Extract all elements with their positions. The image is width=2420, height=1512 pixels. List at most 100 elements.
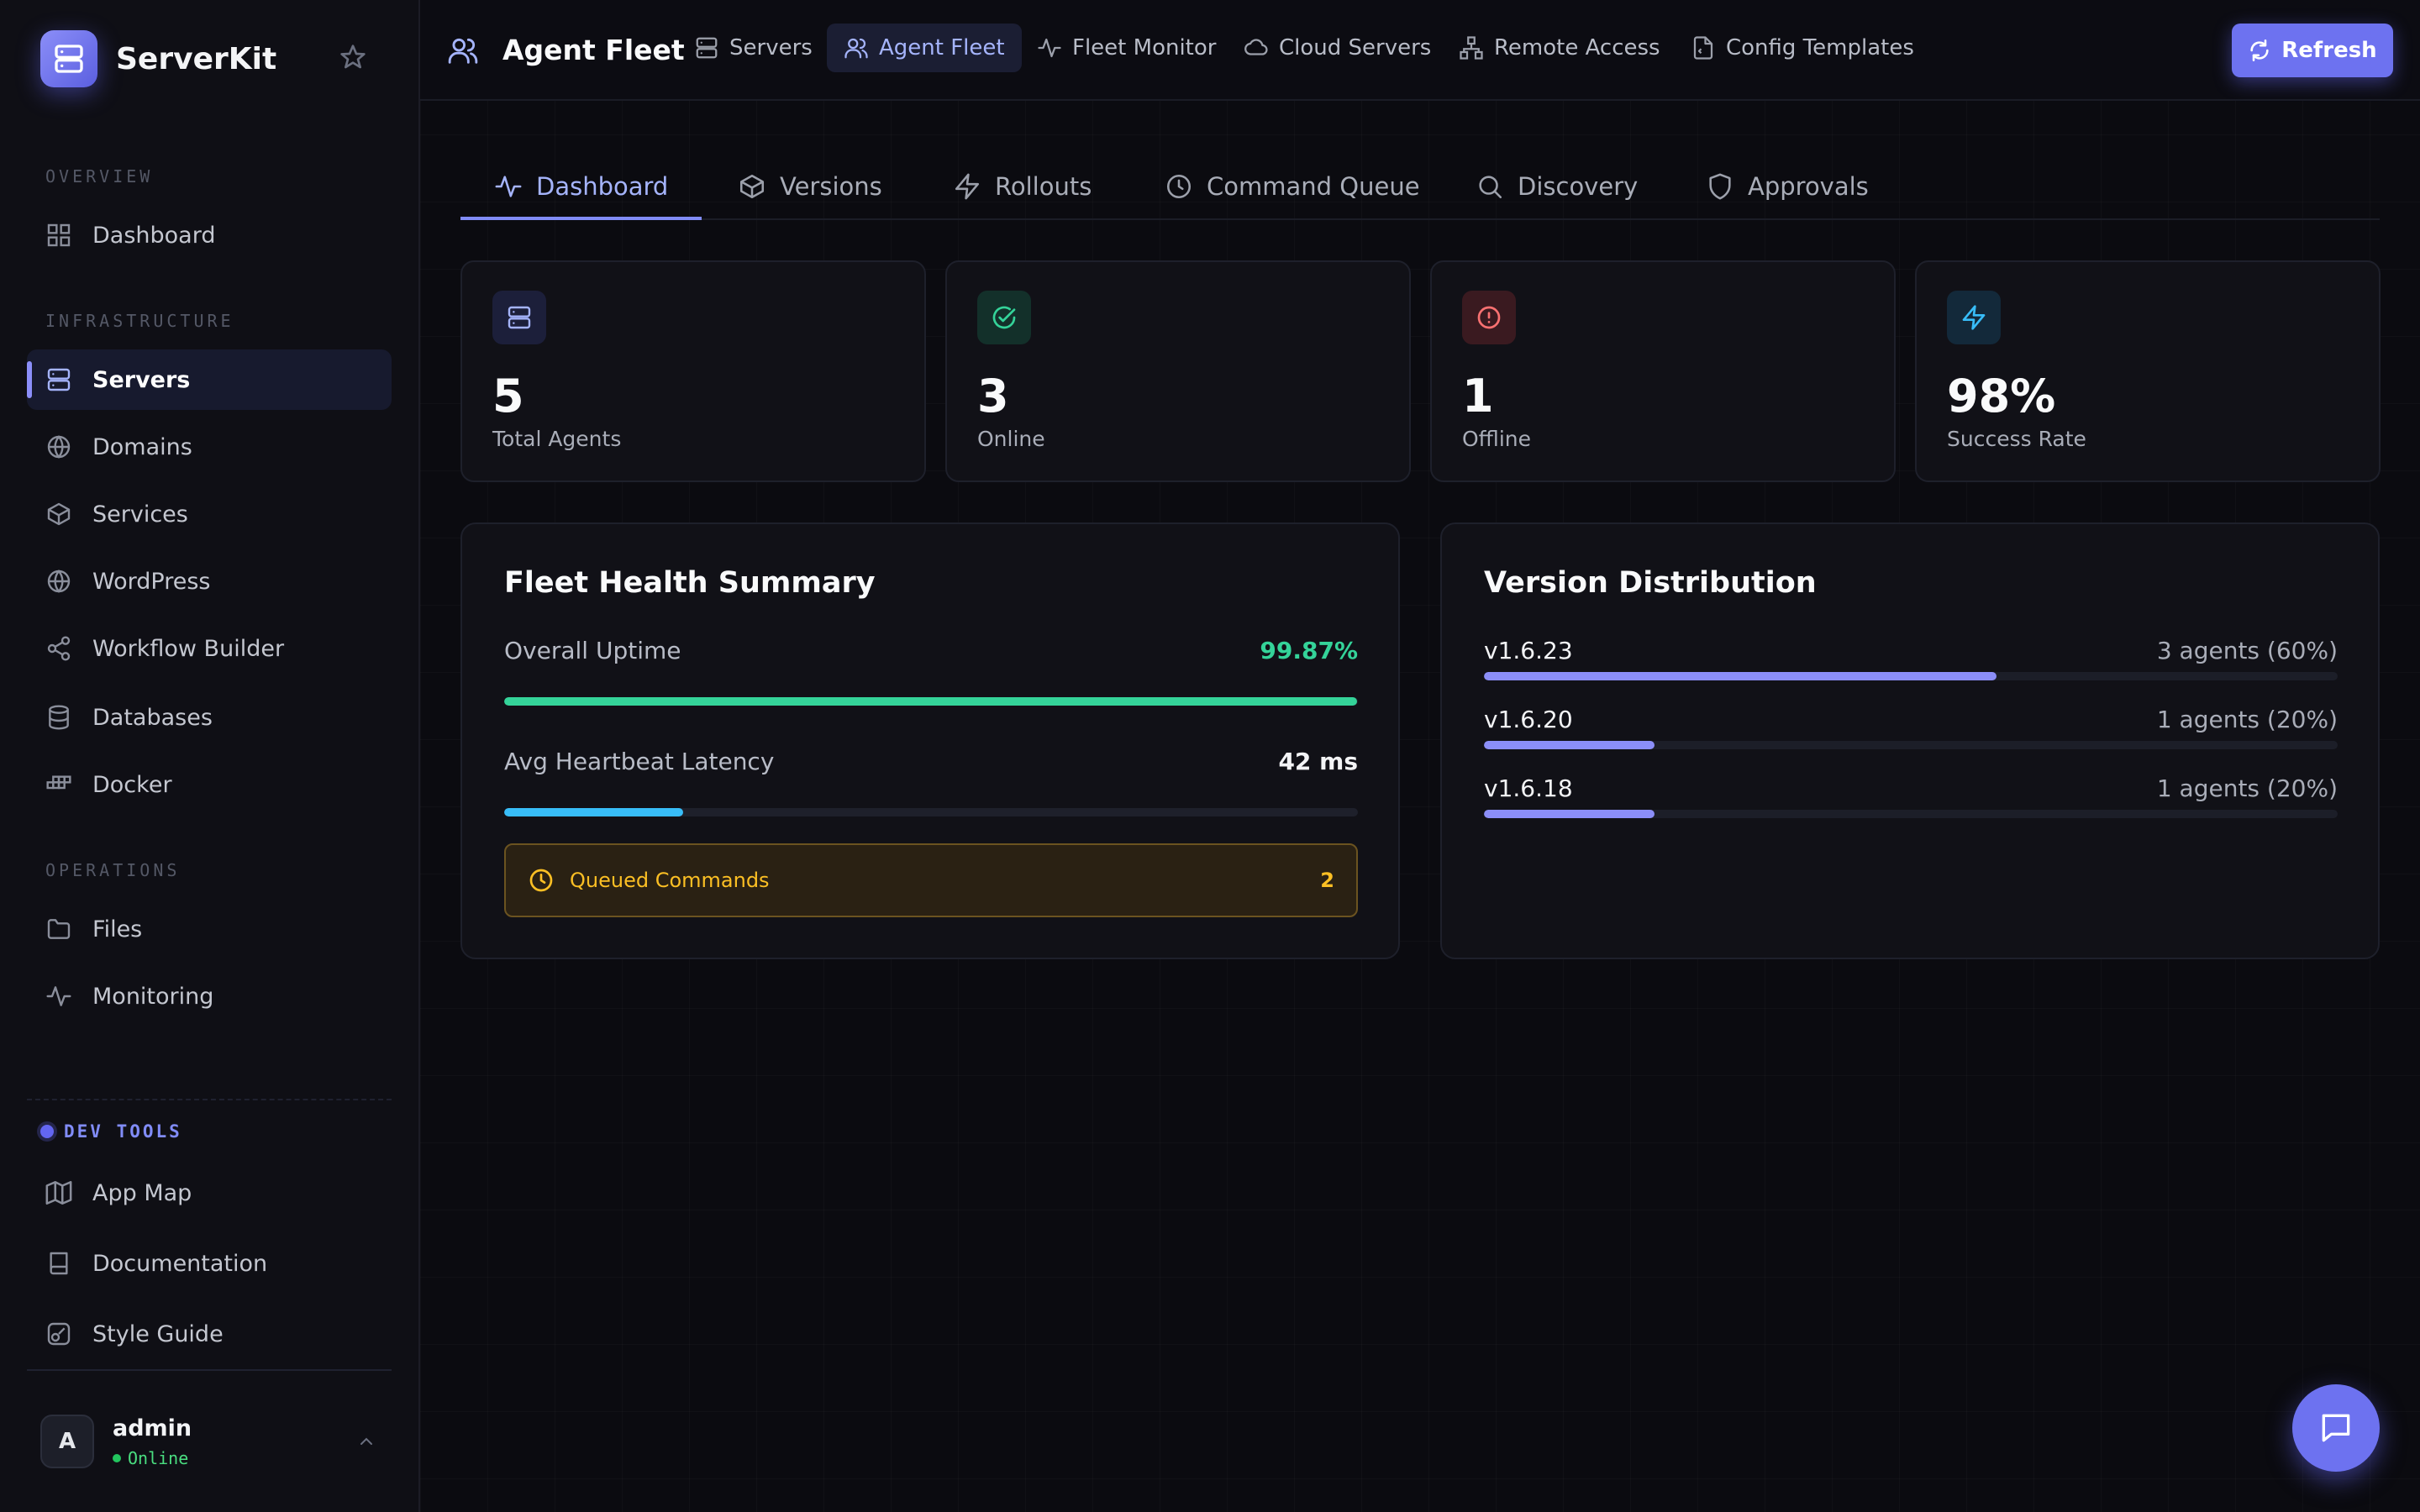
sidebar-item-label: Monitoring [92,983,214,1010]
queued-commands-count: 2 [1320,869,1334,892]
sidebar-item-label: Servers [92,366,191,393]
latency-value: 42 ms [1278,748,1358,775]
server-logo-icon [40,30,97,87]
top-nav-label: Cloud Servers [1279,35,1432,60]
zap-icon [953,172,981,201]
stat-label: Offline [1462,427,1532,451]
version-name: v1.6.20 [1484,706,1573,733]
dev-tools-text: DEV TOOLS [64,1121,182,1142]
stat-value: 3 [977,370,1009,423]
top-nav-remote-access[interactable]: Remote Access [1442,24,1677,72]
tab-discovery[interactable]: Discovery [1442,155,1671,218]
map-icon [44,1178,74,1208]
zap-icon [1947,291,2001,344]
version-count: 1 agents (20%) [2156,706,2338,733]
latency-bar [504,808,1358,816]
sidebar-item-wordpress[interactable]: WordPress [27,551,392,612]
version-bar-fill [1484,672,1996,680]
sidebar-item-databases[interactable]: Databases [27,687,392,748]
version-distribution-panel: Version Distribution v1.6.23 3 agents (6… [1440,522,2380,959]
sidebar-item-workflow-builder[interactable]: Workflow Builder [27,618,392,679]
sidebar-item-dashboard[interactable]: Dashboard [27,205,392,265]
latency-bar-fill [504,808,684,816]
sidebar-item-style-guide[interactable]: Style Guide [27,1304,392,1364]
tab-command-queue[interactable]: Command Queue [1131,155,1454,218]
sidebar-item-label: WordPress [92,568,211,595]
sidebar-item-monitoring[interactable]: Monitoring [27,966,392,1026]
alert-circle-icon [1462,291,1516,344]
tab-dashboard[interactable]: Dashboard [460,155,702,220]
palette-icon [44,1319,74,1349]
version-count: 1 agents (20%) [2156,774,2338,802]
chat-button[interactable] [2292,1384,2380,1472]
user-name: admin [113,1415,192,1441]
top-nav-servers[interactable]: Servers [677,24,829,72]
sidebar-item-app-map[interactable]: App Map [27,1163,392,1223]
network-icon [1459,35,1484,60]
queued-commands-label: Queued Commands [570,869,770,892]
sidebar-item-files[interactable]: Files [27,899,392,959]
top-nav-agent-fleet[interactable]: Agent Fleet [827,24,1022,72]
dev-dot-icon [40,1125,54,1138]
queued-commands-banner[interactable]: Queued Commands 2 [504,843,1358,917]
top-nav-label: Config Templates [1726,35,1914,60]
tab-label: Versions [780,172,882,201]
stat-card-offline: 1 Offline [1430,260,1896,482]
refresh-icon [2248,39,2271,62]
folder-icon [44,914,74,944]
activity-icon [1037,35,1062,60]
sidebar-item-label: Docker [92,771,172,798]
panel-title: Fleet Health Summary [504,566,876,600]
dev-tools-divider [27,1099,392,1100]
version-bar [1484,810,2338,818]
file-code-icon [1691,35,1716,60]
tab-label: Rollouts [995,172,1092,201]
refresh-button[interactable]: Refresh [2232,24,2393,77]
tab-label: Approvals [1748,172,1869,201]
user-profile[interactable]: A admin Online [40,1415,192,1468]
stat-card-total-agents: 5 Total Agents [460,260,926,482]
stat-value: 1 [1462,370,1494,423]
database-icon [44,702,74,732]
version-bar-fill [1484,810,1655,818]
user-status-text: Online [128,1447,189,1468]
sidebar-item-docker[interactable]: Docker [27,754,392,815]
chevron-up-icon[interactable] [356,1431,376,1452]
top-nav-label: Servers [729,35,813,60]
star-icon[interactable] [339,44,366,71]
version-bar [1484,741,2338,749]
sidebar-item-domains[interactable]: Domains [27,417,392,477]
sidebar-item-services[interactable]: Services [27,484,392,544]
brand-name: ServerKit [116,41,277,76]
clock-icon [528,867,555,894]
sidebar-item-documentation[interactable]: Documentation [27,1233,392,1294]
tab-label: Dashboard [536,172,669,201]
tab-rollouts[interactable]: Rollouts [919,155,1125,218]
sidebar-item-label: App Map [92,1179,192,1206]
container-icon [44,769,74,800]
top-nav-config-templates[interactable]: Config Templates [1674,24,1931,72]
sidebar-item-label: Files [92,916,143,942]
clock-icon [1165,172,1193,201]
globe-icon [44,432,74,462]
sidebar-item-label: Style Guide [92,1320,224,1347]
uptime-bar-fill [504,697,1357,706]
users-icon [447,34,479,66]
globe-icon [44,566,74,596]
tab-approvals[interactable]: Approvals [1672,155,1902,218]
server-icon [44,365,74,395]
sidebar-footer-divider [27,1369,392,1371]
refresh-label: Refresh [2281,38,2377,63]
top-nav-label: Agent Fleet [879,35,1005,60]
brand[interactable]: ServerKit [40,30,276,87]
version-count: 3 agents (60%) [2156,637,2338,664]
section-label-infrastructure: INFRASTRUCTURE [45,311,234,331]
sidebar-item-label: Services [92,501,188,528]
shield-icon [1706,172,1734,201]
avatar: A [40,1415,94,1468]
top-nav-cloud-servers[interactable]: Cloud Servers [1227,24,1448,72]
box-icon [738,172,766,201]
sidebar-item-servers[interactable]: Servers [27,349,392,410]
top-nav-fleet-monitor[interactable]: Fleet Monitor [1020,24,1233,72]
tab-versions[interactable]: Versions [704,155,916,218]
